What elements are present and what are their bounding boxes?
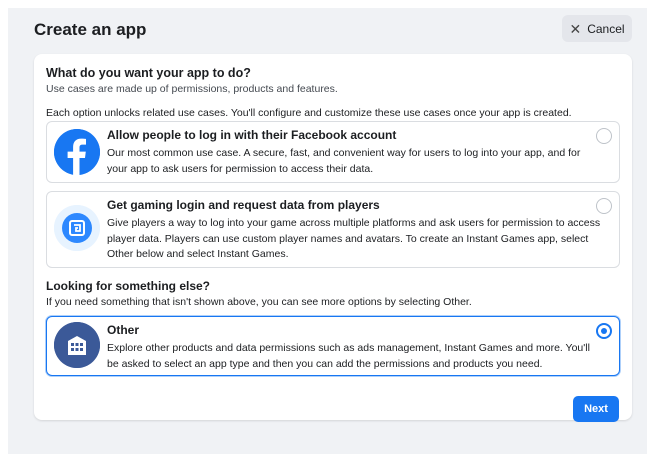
use-case-card: What do you want your app to do? Use cas… [34, 54, 632, 422]
question-subheading: Use cases are made up of permissions, pr… [46, 83, 338, 95]
question-heading: What do you want your app to do? [46, 66, 251, 80]
something-else-subheading: If you need something that isn't shown a… [46, 296, 472, 308]
option-title: Get gaming login and request data from p… [107, 198, 380, 212]
question-note: Each option unlocks related use cases. Y… [46, 107, 572, 119]
option-other[interactable]: Other Explore other products and data pe… [46, 316, 620, 376]
create-app-page: Create an app ✕ Cancel What do you want … [8, 8, 647, 454]
gaming-controller-icon [54, 205, 100, 251]
option-radio-selected[interactable] [596, 323, 612, 339]
option-title: Other [107, 323, 140, 337]
close-icon: ✕ [569, 20, 582, 37]
option-description: Our most common use case. A secure, fast… [107, 147, 581, 175]
option-title: Allow people to log in with their Facebo… [107, 128, 397, 142]
building-icon [54, 322, 100, 368]
something-else-heading: Looking for something else? [46, 279, 211, 293]
option-facebook-login[interactable]: Allow people to log in with their Facebo… [46, 121, 620, 183]
option-radio[interactable] [596, 128, 612, 144]
option-radio[interactable] [596, 198, 612, 214]
cancel-button[interactable]: ✕ Cancel [562, 15, 632, 42]
option-description: Give players a way to log into your game… [107, 217, 601, 260]
page-title: Create an app [34, 20, 147, 39]
next-button[interactable]: Next [573, 396, 619, 422]
option-description: Explore other products and data permissi… [107, 342, 590, 370]
facebook-logo-icon [54, 129, 100, 175]
cancel-label: Cancel [587, 21, 625, 36]
option-gaming-login[interactable]: Get gaming login and request data from p… [46, 191, 620, 268]
